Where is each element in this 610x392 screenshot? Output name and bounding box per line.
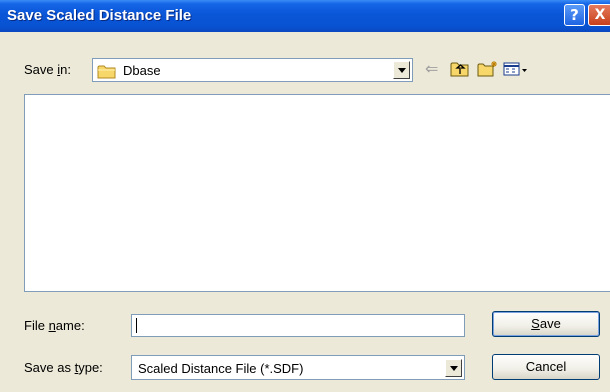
up-one-level-icon[interactable] xyxy=(450,60,470,78)
save-in-value: Dbase xyxy=(123,63,161,78)
save-in-label: Save in: xyxy=(24,62,71,77)
dialog-title: Save Scaled Distance File xyxy=(7,7,192,24)
text-caret xyxy=(136,318,137,333)
save-as-type-dropdown[interactable]: Scaled Distance File (*.SDF) xyxy=(131,355,465,380)
help-icon: ? xyxy=(570,6,579,24)
view-menu-icon[interactable] xyxy=(503,60,529,78)
help-button[interactable]: ? xyxy=(564,4,585,26)
title-bar[interactable]: Save Scaled Distance File ? X xyxy=(0,0,610,32)
file-name-input[interactable] xyxy=(131,314,465,337)
file-name-label: File name: xyxy=(24,318,85,333)
save-button[interactable]: Save xyxy=(492,311,600,337)
chevron-down-icon[interactable] xyxy=(393,61,410,79)
cancel-button[interactable]: Cancel xyxy=(492,354,600,380)
save-in-dropdown[interactable]: Dbase xyxy=(92,58,413,82)
file-list-view[interactable] xyxy=(24,94,610,292)
close-icon: X xyxy=(594,7,606,23)
new-folder-icon[interactable] xyxy=(477,60,499,78)
save-as-type-label: Save as type: xyxy=(24,360,103,375)
chevron-down-icon[interactable] xyxy=(445,359,462,377)
folder-icon xyxy=(97,65,116,79)
save-as-type-value: Scaled Distance File (*.SDF) xyxy=(138,361,304,376)
back-arrow-icon[interactable]: ⇐ xyxy=(425,59,438,78)
close-button[interactable]: X xyxy=(588,4,610,26)
